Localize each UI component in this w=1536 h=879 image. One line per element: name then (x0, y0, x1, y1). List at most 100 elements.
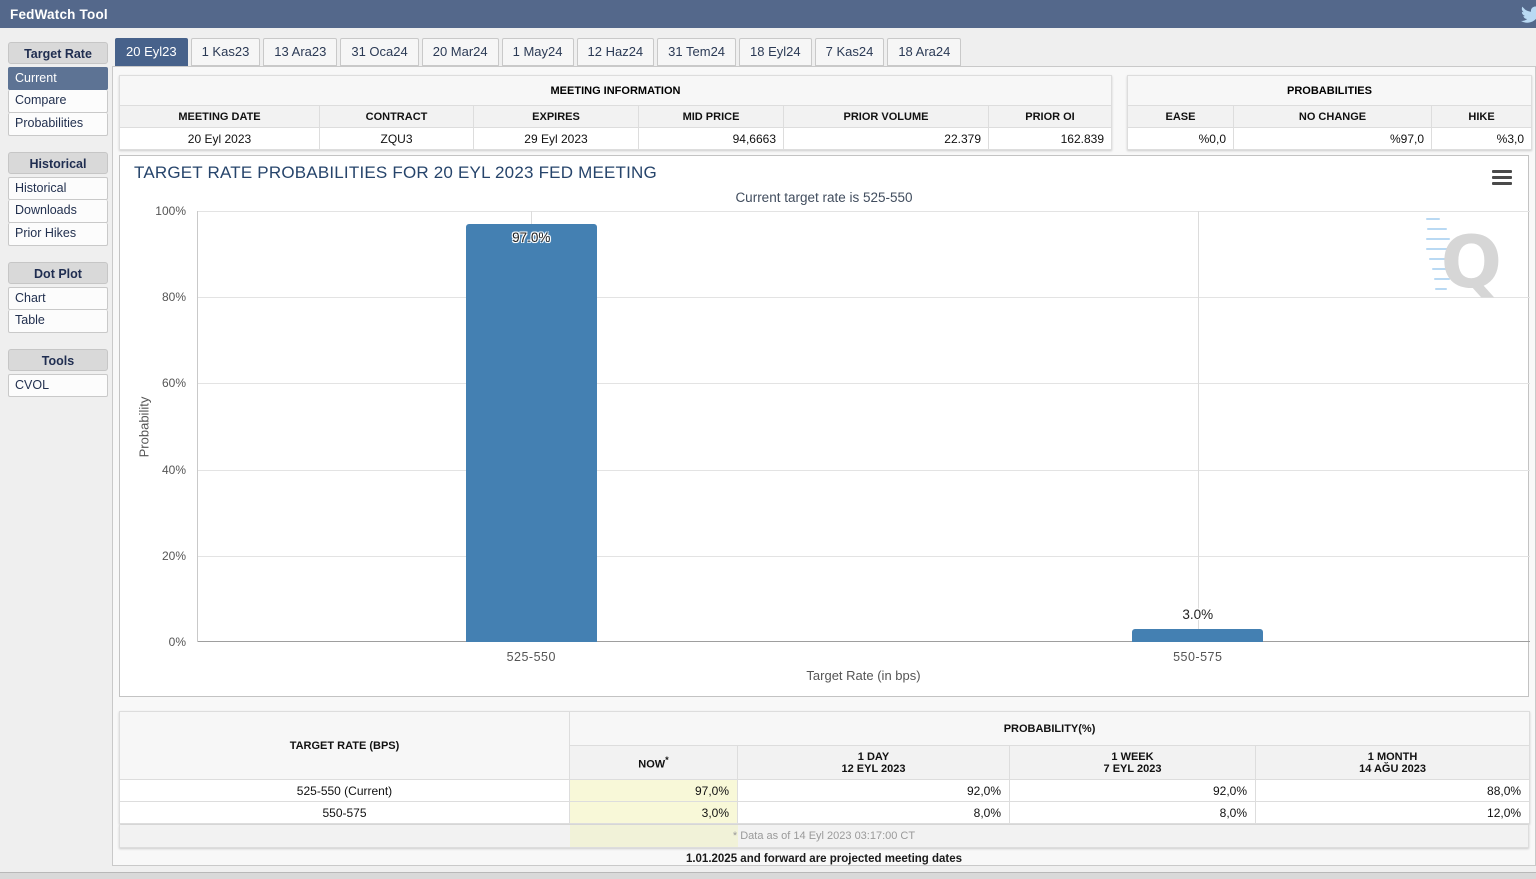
y-tick-label: 80% (162, 290, 186, 304)
sidebar-item-downloads[interactable]: Downloads (8, 200, 108, 223)
meeting-date-value: 20 Eyl 2023 (120, 128, 320, 150)
tab-31-oca24[interactable]: 31 Oca24 (340, 38, 418, 66)
col-1-month-label: 1 MONTH (1256, 751, 1529, 763)
tab-18-eyl24[interactable]: 18 Eyl24 (739, 38, 812, 66)
quikstrike-watermark: Q (1422, 214, 1502, 300)
x-tick-label: 525-550 (507, 650, 556, 664)
chart-subtitle: Current target rate is 525-550 (120, 190, 1528, 205)
ease-value: %0,0 (1128, 128, 1234, 150)
col-1-week-label: 1 WEEK (1010, 751, 1255, 763)
col-expires: EXPIRES (474, 106, 639, 128)
y-tick-label: 40% (162, 463, 186, 477)
sidebar-section-tools: Tools CVOL (8, 349, 108, 397)
col-mid-price: MID PRICE (639, 106, 784, 128)
month-525-550: 88,0% (1256, 780, 1530, 802)
col-1-day-date: 12 EYL 2023 (738, 763, 1009, 775)
col-1-week-date: 7 EYL 2023 (1010, 763, 1255, 775)
tab-7-kas24[interactable]: 7 Kas24 (815, 38, 885, 66)
table-row: 525-550 (Current) 97,0% 92,0% 92,0% 88,0… (120, 780, 1530, 802)
h-gridline (198, 470, 1530, 471)
main-panel: MEETING INFORMATION MEETING DATE CONTRAC… (112, 66, 1536, 866)
probability-bar (466, 224, 597, 642)
day-525-550: 92,0% (738, 780, 1010, 802)
sidebar-header-target-rate: Target Rate (8, 42, 108, 64)
probability-history-table: TARGET RATE (BPS) PROBABILITY(%) NOW* 1 … (119, 711, 1530, 824)
prior-oi-value: 162.839 (989, 128, 1112, 150)
tab-12-haz24[interactable]: 12 Haz24 (577, 38, 655, 66)
rate-550-575: 550-575 (120, 802, 570, 824)
probability-bar (1132, 629, 1263, 642)
sidebar: Target Rate Current Compare Probabilitie… (8, 42, 108, 413)
h-gridline (198, 556, 1530, 557)
sidebar-header-historical: Historical (8, 152, 108, 174)
hike-value: %3,0 (1432, 128, 1532, 150)
chart-plot-area: 97.0%525-5503.0%550-575 (197, 211, 1530, 642)
sidebar-item-current[interactable]: Current (8, 67, 108, 90)
tab-18-ara24[interactable]: 18 Ara24 (887, 38, 961, 66)
col-prior-volume: PRIOR VOLUME (784, 106, 989, 128)
twitter-bird-icon[interactable] (1517, 3, 1536, 25)
now-label: NOW (638, 758, 665, 770)
app-titlebar: FedWatch Tool (0, 0, 1536, 28)
col-no-change: NO CHANGE (1234, 106, 1432, 128)
col-hike: HIKE (1432, 106, 1532, 128)
y-tick-label: 60% (162, 376, 186, 390)
table-footer: * Data as of 14 Eyl 2023 03:17:00 CT (119, 825, 1529, 848)
week-525-550: 92,0% (1010, 780, 1256, 802)
data-asof-note: * Data as of 14 Eyl 2023 03:17:00 CT (120, 825, 1528, 847)
sidebar-section-target-rate: Target Rate Current Compare Probabilitie… (8, 42, 108, 136)
sidebar-item-chart[interactable]: Chart (8, 287, 108, 310)
sidebar-item-prior-hikes[interactable]: Prior Hikes (8, 223, 108, 246)
now-550-575: 3,0% (570, 802, 738, 824)
now-525-550: 97,0% (570, 780, 738, 802)
expires-value: 29 Eyl 2023 (474, 128, 639, 150)
sidebar-item-probabilities[interactable]: Probabilities (8, 113, 108, 136)
sidebar-item-table[interactable]: Table (8, 310, 108, 333)
week-550-575: 8,0% (1010, 802, 1256, 824)
sidebar-item-compare[interactable]: Compare (8, 90, 108, 113)
target-rate-bps-header: TARGET RATE (BPS) (120, 712, 570, 780)
col-prior-oi: PRIOR OI (989, 106, 1112, 128)
probability-group-header: PROBABILITY(%) (570, 712, 1530, 746)
h-gridline (198, 297, 1530, 298)
mid-price-value: 94,6663 (639, 128, 784, 150)
col-1-day: 1 DAY 12 EYL 2023 (738, 746, 1010, 780)
col-ease: EASE (1128, 106, 1234, 128)
h-gridline (198, 641, 1530, 642)
sidebar-item-historical[interactable]: Historical (8, 177, 108, 200)
tab-31-tem24[interactable]: 31 Tem24 (657, 38, 736, 66)
meeting-date-tabs: 20 Eyl23 1 Kas23 13 Ara23 31 Oca24 20 Ma… (115, 38, 961, 66)
app-title: FedWatch Tool (10, 7, 108, 22)
sidebar-section-historical: Historical Historical Downloads Prior Hi… (8, 152, 108, 246)
day-550-575: 8,0% (738, 802, 1010, 824)
table-row: 550-575 3,0% 8,0% 8,0% 12,0% (120, 802, 1530, 824)
col-1-month-date: 14 AĞU 2023 (1256, 763, 1529, 775)
sidebar-header-tools: Tools (8, 349, 108, 371)
col-1-week: 1 WEEK 7 EYL 2023 (1010, 746, 1256, 780)
col-1-month: 1 MONTH 14 AĞU 2023 (1256, 746, 1530, 780)
tab-1-kas23[interactable]: 1 Kas23 (191, 38, 261, 66)
v-gridline (1198, 211, 1199, 642)
prior-volume-value: 22.379 (784, 128, 989, 150)
col-meeting-date: MEETING DATE (120, 106, 320, 128)
tab-13-ara23[interactable]: 13 Ara23 (263, 38, 337, 66)
rate-525-550: 525-550 (Current) (120, 780, 570, 802)
now-asterisk: * (665, 755, 669, 765)
meeting-information-title: MEETING INFORMATION (120, 76, 1112, 106)
projected-dates-note: 1.01.2025 and forward are projected meet… (113, 853, 1535, 865)
sidebar-header-dot-plot: Dot Plot (8, 262, 108, 284)
sidebar-item-cvol[interactable]: CVOL (8, 374, 108, 397)
target-rate-chart: TARGET RATE PROBABILITIES FOR 20 EYL 202… (119, 155, 1529, 697)
no-change-value: %97,0 (1234, 128, 1432, 150)
watermark-q-letter: Q (1441, 226, 1502, 298)
x-axis-title: Target Rate (in bps) (197, 668, 1530, 683)
tab-1-may24[interactable]: 1 May24 (502, 38, 574, 66)
col-1-day-label: 1 DAY (738, 751, 1009, 763)
tab-20-mar24[interactable]: 20 Mar24 (422, 38, 499, 66)
tab-20-eyl23[interactable]: 20 Eyl23 (115, 38, 188, 66)
probabilities-title: PROBABILITIES (1128, 76, 1532, 106)
sidebar-section-dot-plot: Dot Plot Chart Table (8, 262, 108, 333)
h-gridline (198, 383, 1530, 384)
hamburger-menu-icon[interactable] (1492, 170, 1512, 186)
y-axis-tick-labels: 0%20%40%60%80%100% (148, 211, 192, 642)
